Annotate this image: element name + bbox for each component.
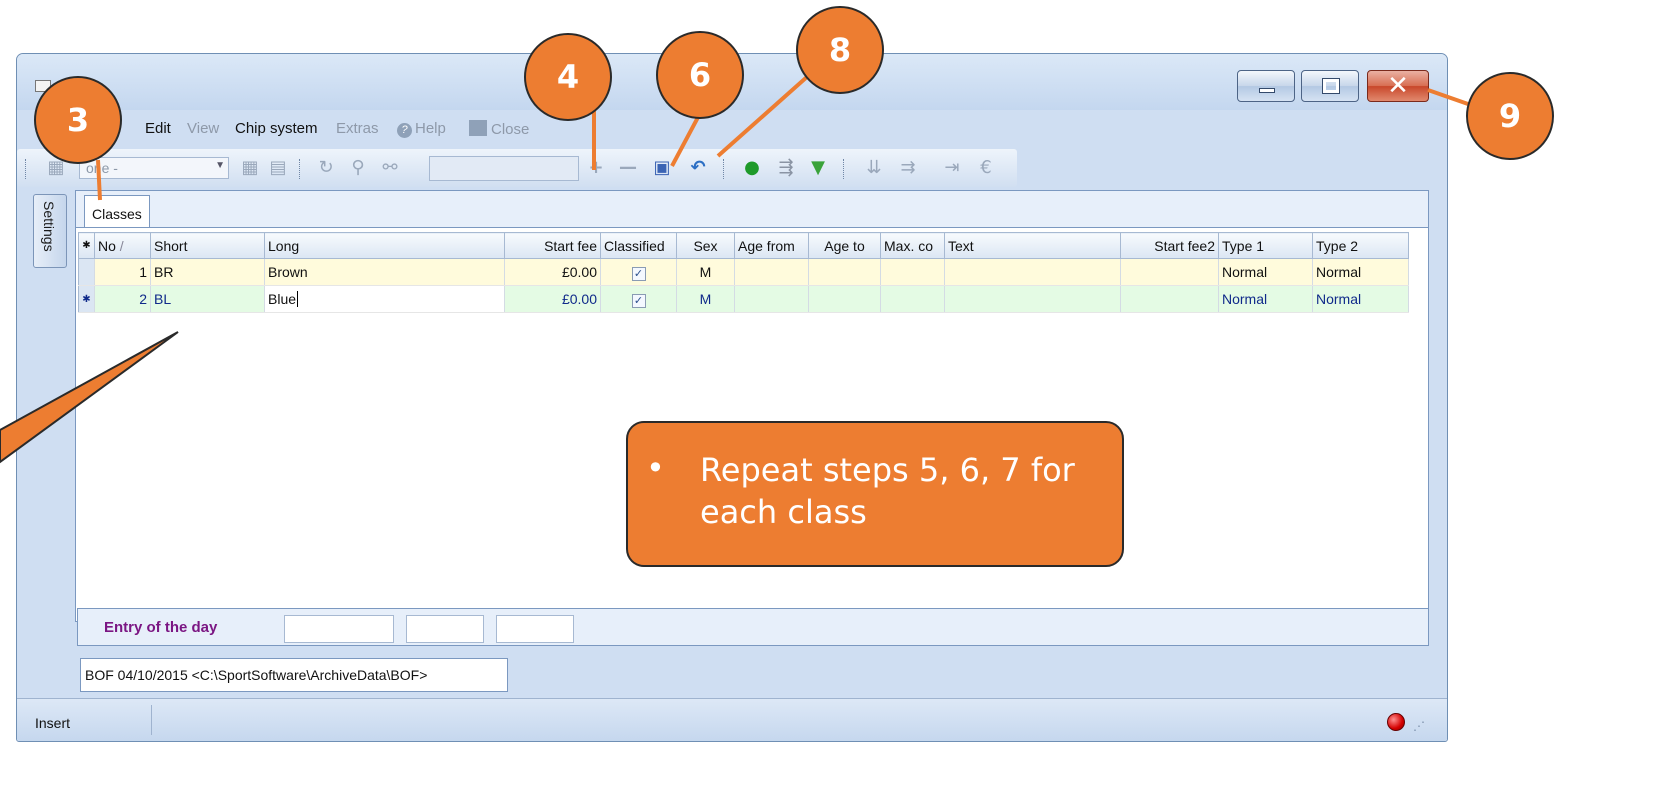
callout-5-pointer	[0, 331, 179, 464]
note-bullet: •	[646, 449, 665, 487]
callout-pointers	[0, 74, 1469, 464]
callout-3: 3	[34, 76, 122, 164]
callout-3-pointer	[96, 159, 102, 201]
callout-8: 8	[796, 6, 884, 94]
callout-9-pointer	[1427, 88, 1469, 106]
instruction-note: • Repeat steps 5, 6, 7 for each class	[626, 421, 1124, 567]
callout-4: 4	[524, 33, 612, 121]
callout-9: 9	[1466, 72, 1554, 160]
note-text: Repeat steps 5, 6, 7 for each class	[700, 451, 1075, 531]
callout-6: 6	[656, 31, 744, 119]
